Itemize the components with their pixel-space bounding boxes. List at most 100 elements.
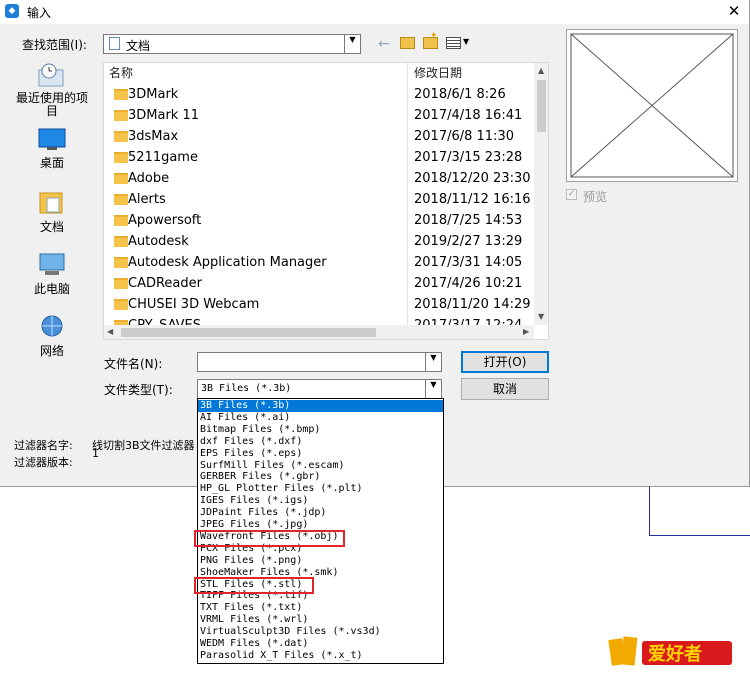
filetype-select[interactable]: 3B Files (*.3b) ▼ xyxy=(197,379,442,399)
file-date: 2018/12/20 23:30 xyxy=(414,171,531,186)
filetype-option[interactable]: Bitmap Files (*.bmp) xyxy=(200,424,320,436)
scroll-down-icon[interactable]: ▼ xyxy=(538,312,544,321)
horizontal-scroll-thumb[interactable] xyxy=(121,328,376,337)
place-recent[interactable]: 最近使用的项目 xyxy=(4,62,100,118)
file-name: Apowersoft xyxy=(128,213,202,228)
place-label-recent: 最近使用的项目 xyxy=(15,91,88,118)
back-icon[interactable]: ← xyxy=(378,36,390,52)
look-in-value: 文档 xyxy=(126,39,151,53)
chevron-down-icon[interactable]: ▼ xyxy=(344,35,360,53)
watermark-logo: 爱好者 xyxy=(608,633,740,671)
filetype-option[interactable]: Parasolid X_T Files (*.x_t) xyxy=(200,650,363,662)
filetype-option[interactable]: AI Files (*.ai) xyxy=(200,412,290,424)
file-date: 2018/6/1 8:26 xyxy=(414,87,506,102)
list-item[interactable]: Adobe 2018/12/20 23:30 xyxy=(104,169,534,190)
file-name: 3DMark xyxy=(128,87,179,102)
document-icon xyxy=(109,37,120,50)
filetype-option[interactable]: EPS Files (*.eps) xyxy=(200,448,302,460)
folder-icon xyxy=(114,173,128,184)
filetype-option[interactable]: VRML Files (*.wrl) xyxy=(200,614,308,626)
file-name: 3DMark 11 xyxy=(128,108,200,123)
folder-icon xyxy=(114,89,128,100)
view-menu-icon[interactable] xyxy=(446,37,461,49)
file-name: Autodesk Application Manager xyxy=(128,255,327,270)
folder-icon xyxy=(114,257,128,268)
preview-placeholder-icon xyxy=(570,33,734,178)
chevron-down-icon[interactable]: ▼ xyxy=(425,380,441,398)
filetype-option[interactable]: TXT Files (*.txt) xyxy=(200,602,302,614)
file-date: 2017/4/18 16:41 xyxy=(414,108,523,123)
file-name: 5211game xyxy=(128,150,198,165)
column-header-date[interactable]: 修改日期 xyxy=(414,63,462,84)
folder-icon xyxy=(114,236,128,247)
list-item[interactable]: 3dsMax 2017/6/8 11:30 xyxy=(104,127,534,148)
list-item[interactable]: Alerts 2018/11/12 16:16 xyxy=(104,190,534,211)
scroll-right-icon[interactable]: ▶ xyxy=(523,327,529,336)
filename-input[interactable]: ▼ xyxy=(197,352,442,372)
dialog-title: 输入 xyxy=(27,6,52,20)
filetype-option[interactable]: GERBER Files (*.gbr) xyxy=(200,471,320,483)
filter-version-value: 1 xyxy=(92,447,99,460)
watermark-logo-art: 爱好者 xyxy=(608,636,732,666)
file-name: CHUSEI 3D Webcam xyxy=(128,297,260,312)
list-item[interactable]: 3DMark 11 2017/4/18 16:41 xyxy=(104,106,534,127)
folder-icon xyxy=(114,152,128,163)
sparkle-icon: ✦ xyxy=(430,31,438,41)
place-desktop[interactable]: 桌面 xyxy=(4,128,100,171)
chevron-down-icon[interactable]: ▼ xyxy=(425,353,441,371)
background-line xyxy=(649,486,650,536)
desktop-icon xyxy=(38,128,66,150)
filter-name-value: 线切割3B文件过滤器 xyxy=(92,439,195,452)
preview-checkbox[interactable]: ✓ xyxy=(566,189,577,200)
filetype-option[interactable]: PNG Files (*.png) xyxy=(200,555,302,567)
scroll-up-icon[interactable]: ▲ xyxy=(538,66,544,75)
place-label-this-pc: 此电脑 xyxy=(33,282,70,296)
file-date: 2017/3/31 14:05 xyxy=(414,255,523,270)
filetype-option[interactable]: JDPaint Files (*.jdp) xyxy=(200,507,326,519)
documents-folder-icon xyxy=(39,192,63,214)
vertical-scrollbar[interactable]: ▲ ▼ xyxy=(534,63,548,325)
look-in-combo[interactable]: 文档 ▼ xyxy=(103,34,361,54)
cancel-button[interactable]: 取消 xyxy=(461,378,549,400)
filetype-option[interactable]: WEDM Files (*.dat) xyxy=(200,638,308,650)
horizontal-scrollbar[interactable]: ◀ ▶ xyxy=(104,325,534,339)
file-list[interactable]: 名称 ⌃ 修改日期 3DMark 2018/6/1 8:26 3DMark 11 20… xyxy=(103,62,549,340)
view-dropdown-icon[interactable]: ▼ xyxy=(463,37,469,46)
title-bar: ◆ 输入 ✕ xyxy=(0,0,749,24)
place-this-pc[interactable]: 此电脑 xyxy=(4,252,100,297)
filetype-option[interactable]: 3B Files (*.3b) xyxy=(198,400,443,412)
background-line xyxy=(649,535,750,536)
list-item[interactable]: CHUSEI 3D Webcam 2018/11/20 14:29 xyxy=(104,295,534,316)
place-label-desktop: 桌面 xyxy=(39,156,64,170)
preview-label: 预览 xyxy=(583,190,608,204)
folder-icon xyxy=(114,278,128,289)
place-documents[interactable]: 文档 xyxy=(4,190,100,235)
list-item[interactable]: Autodesk Application Manager 2017/3/31 14… xyxy=(104,253,534,274)
filetype-option[interactable]: IGES Files (*.igs) xyxy=(200,495,308,507)
open-button[interactable]: 打开(O) xyxy=(461,351,549,373)
list-item[interactable]: 3DMark 2018/6/1 8:26 xyxy=(104,85,534,106)
filetype-option[interactable]: SurfMill Files (*.escam) xyxy=(200,460,345,472)
list-item[interactable]: Apowersoft 2018/7/25 14:53 xyxy=(104,211,534,232)
file-date: 2017/6/8 11:30 xyxy=(414,129,514,144)
list-item[interactable]: Autodesk 2019/2/27 13:29 xyxy=(104,232,534,253)
file-date: 2017/3/15 23:28 xyxy=(414,150,523,165)
file-date: 2018/7/25 14:53 xyxy=(414,213,523,228)
list-item[interactable]: CADReader 2017/4/26 10:21 xyxy=(104,274,534,295)
up-folder-icon[interactable] xyxy=(400,37,415,49)
filter-version-label: 过滤器版本: xyxy=(14,456,73,469)
list-item[interactable]: 5211game 2017/3/15 23:28 xyxy=(104,148,534,169)
filetype-value: 3B Files (*.3b) xyxy=(201,383,292,394)
close-icon[interactable]: ✕ xyxy=(724,1,744,21)
folder-icon xyxy=(114,110,128,121)
place-network[interactable]: 网络 xyxy=(4,314,100,359)
filetype-option[interactable]: dxf Files (*.dxf) xyxy=(200,436,302,448)
filetype-option[interactable]: VirtualSculpt3D Files (*.vs3d) xyxy=(200,626,381,638)
column-header-name[interactable]: 名称 xyxy=(109,63,133,84)
filetype-option[interactable]: HP_GL Plotter Files (*.plt) xyxy=(200,483,363,495)
highlight-box-stl xyxy=(194,577,314,594)
vertical-scroll-thumb[interactable] xyxy=(537,80,546,132)
file-name: Alerts xyxy=(128,192,166,207)
highlight-box-obj xyxy=(194,530,345,547)
scroll-left-icon[interactable]: ◀ xyxy=(107,327,113,336)
